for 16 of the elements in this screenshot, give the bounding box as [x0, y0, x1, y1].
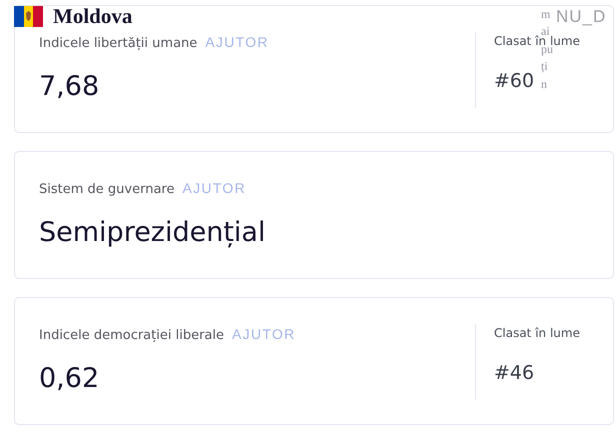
indicator-label: Sistem de guvernare: [39, 182, 174, 197]
rank-value: #46: [494, 362, 534, 384]
indicator-label: Indicele democrației liberale: [39, 328, 224, 343]
indicator-value: Semiprezidențial: [39, 217, 266, 248]
indicator-value: 0,62: [39, 363, 100, 394]
help-link[interactable]: AJUTOR: [182, 180, 246, 196]
cut-text: NU_D: [556, 7, 606, 27]
rank-label: Clasat în lume: [494, 34, 580, 48]
help-link[interactable]: AJUTOR: [232, 326, 296, 342]
flag-icon: [14, 6, 43, 27]
rank-label: Clasat în lume: [494, 326, 580, 340]
rank-value: #60: [494, 70, 534, 92]
indicator-value: 7,68: [39, 71, 100, 102]
indicator-label: Indicele libertății umane: [39, 36, 198, 51]
country-title: Moldova: [53, 6, 132, 27]
help-link[interactable]: AJUTOR: [205, 34, 269, 50]
